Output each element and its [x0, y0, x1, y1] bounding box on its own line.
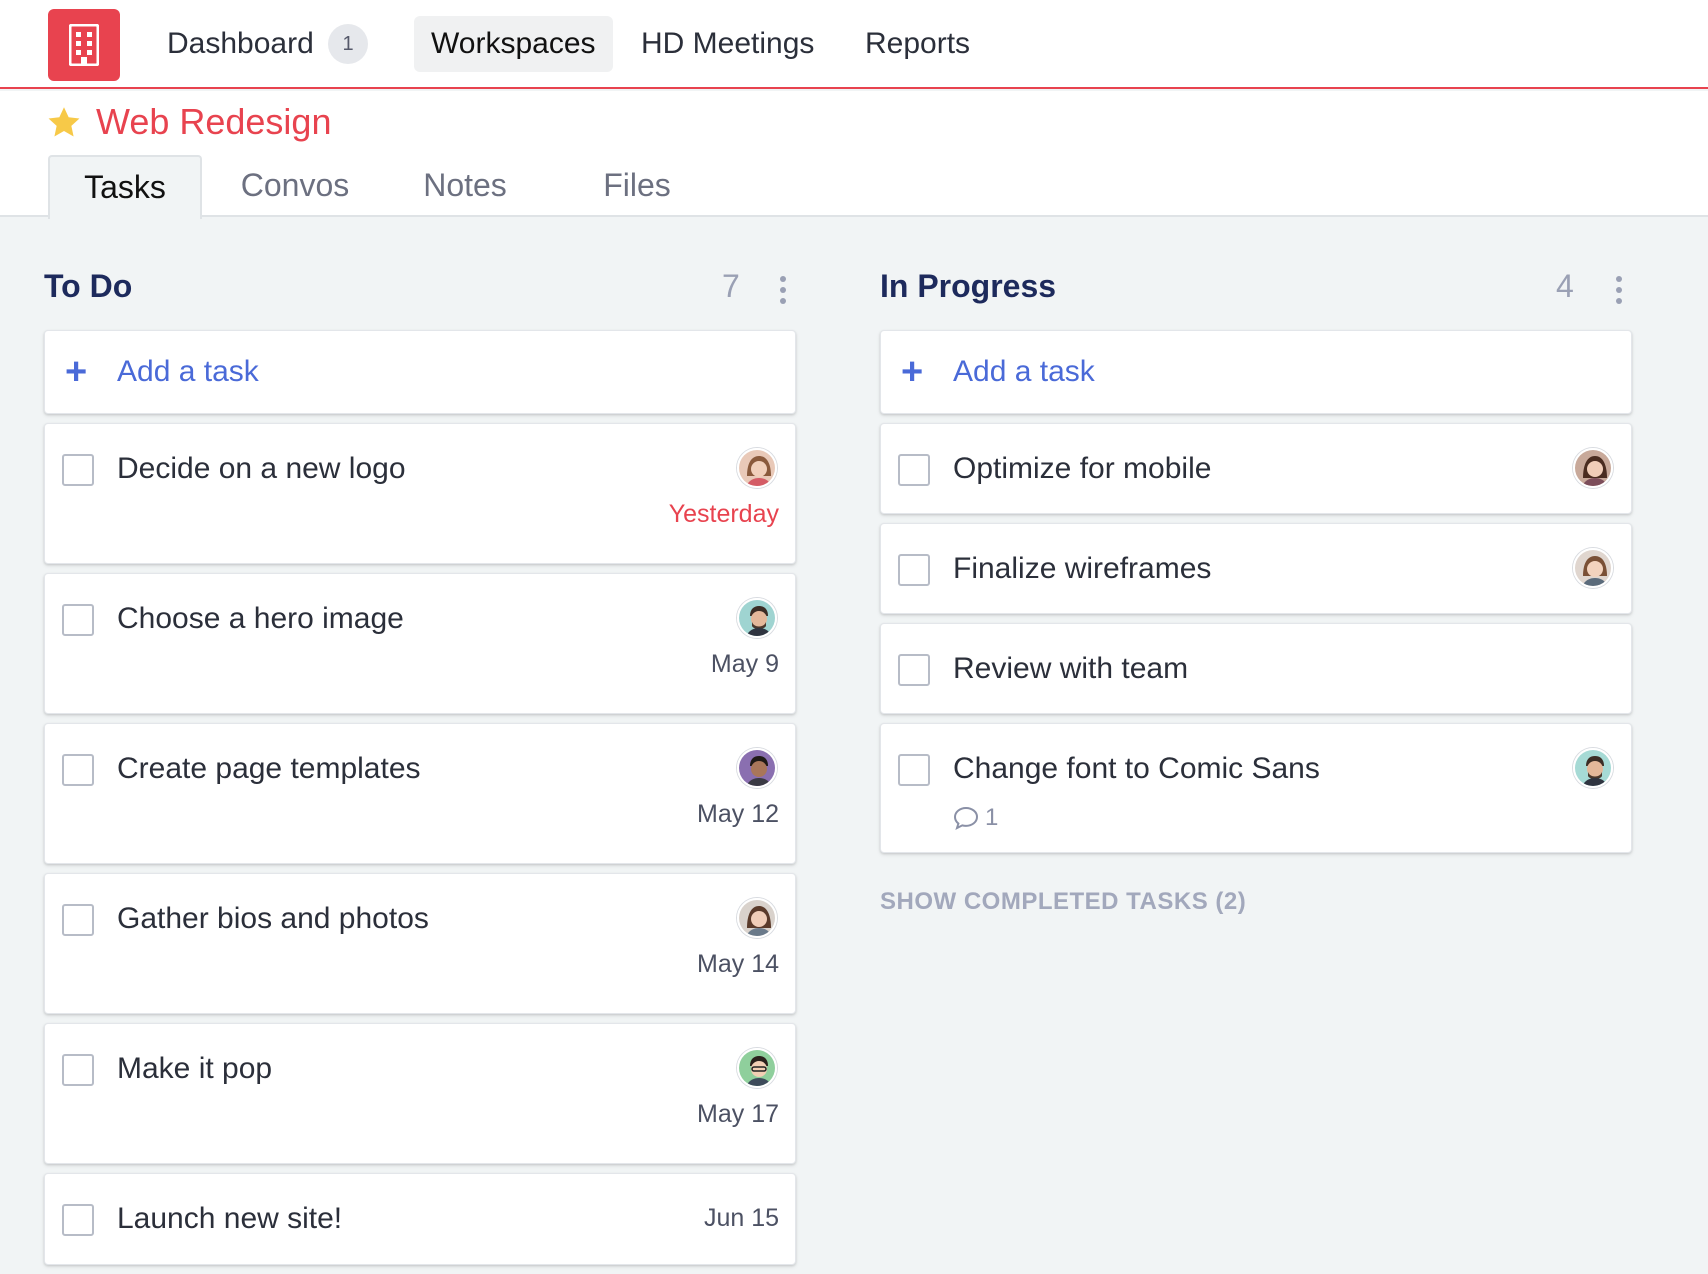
task-title: Review with team	[953, 652, 1189, 685]
column-title: In Progress	[880, 268, 1057, 304]
plus-icon: +	[901, 351, 924, 393]
task-due-date: May 14	[697, 950, 779, 978]
tab-files[interactable]: Files	[572, 155, 702, 219]
task-checkbox[interactable]	[62, 1204, 94, 1236]
task-checkbox[interactable]	[62, 904, 94, 936]
column-menu-icon[interactable]	[1615, 276, 1623, 306]
task-due-date: May 17	[697, 1100, 779, 1128]
dashboard-badge: 1	[328, 24, 368, 64]
tab-convos[interactable]: Convos	[224, 155, 366, 219]
task-title: Gather bios and photos	[117, 902, 429, 935]
tab-tasks[interactable]: Tasks	[48, 155, 202, 219]
task-card[interactable]: Finalize wireframes	[880, 523, 1632, 614]
avatar-man-icon[interactable]	[737, 748, 777, 788]
column-menu-icon[interactable]	[779, 276, 787, 306]
speech-bubble-icon	[953, 806, 979, 830]
task-title: Finalize wireframes	[953, 552, 1212, 585]
task-title: Make it pop	[117, 1052, 273, 1085]
top-navbar: Dashboard 1 Workspaces HD Meetings Repor…	[0, 0, 1708, 89]
task-due-date: May 9	[710, 650, 779, 678]
task-checkbox[interactable]	[62, 1054, 94, 1086]
task-title: Optimize for mobile	[953, 452, 1212, 485]
task-card[interactable]: Make it pop May 17	[44, 1023, 796, 1164]
avatar-woman-icon[interactable]	[737, 898, 777, 938]
task-card[interactable]: Launch new site! Jun 15	[44, 1173, 796, 1265]
comment-count[interactable]: 1	[953, 804, 998, 832]
nav-reports[interactable]: Reports	[848, 16, 987, 72]
task-due-date: Yesterday	[668, 500, 779, 528]
add-task-label: Add a task	[117, 355, 259, 388]
add-task-button[interactable]: + Add a task	[44, 330, 796, 414]
task-checkbox[interactable]	[898, 654, 930, 686]
show-completed-link[interactable]: SHOW COMPLETED TASKS (2)	[880, 888, 1246, 916]
task-title: Change font to Comic Sans	[953, 752, 1320, 785]
comment-count-value: 1	[985, 804, 999, 831]
workspace-title: Web Redesign	[96, 101, 332, 142]
task-title: Decide on a new logo	[117, 452, 406, 485]
task-card[interactable]: Optimize for mobile	[880, 423, 1632, 514]
task-due-date: Jun 15	[703, 1204, 779, 1232]
avatar-woman-icon[interactable]	[737, 448, 777, 488]
task-card[interactable]: Change font to Comic Sans 1	[880, 723, 1632, 853]
avatar-woman-icon[interactable]	[1573, 448, 1613, 488]
task-title: Create page templates	[117, 752, 421, 785]
nav-workspaces[interactable]: Workspaces	[414, 16, 613, 72]
task-checkbox[interactable]	[898, 454, 930, 486]
avatar-man-icon[interactable]	[737, 1048, 777, 1088]
task-checkbox[interactable]	[62, 454, 94, 486]
nav-hd-meetings[interactable]: HD Meetings	[624, 16, 831, 72]
task-due-date: May 12	[697, 800, 779, 828]
nav-dashboard[interactable]: Dashboard	[150, 16, 331, 72]
task-checkbox[interactable]	[898, 554, 930, 586]
add-task-label: Add a task	[953, 355, 1095, 388]
task-title: Choose a hero image	[117, 602, 404, 635]
task-card[interactable]: Gather bios and photos May 14	[44, 873, 796, 1014]
app-logo[interactable]	[48, 9, 120, 81]
task-card[interactable]: Choose a hero image May 9	[44, 573, 796, 714]
workspace-header: Web Redesign Tasks Convos Notes Files	[0, 91, 1708, 219]
building-icon	[69, 24, 99, 66]
column-count: 7	[722, 268, 740, 304]
column-title: To Do	[44, 268, 133, 304]
task-card[interactable]: Decide on a new logo Yesterday	[44, 423, 796, 564]
add-task-button[interactable]: + Add a task	[880, 330, 1632, 414]
task-checkbox[interactable]	[62, 604, 94, 636]
star-icon[interactable]	[46, 105, 82, 141]
task-checkbox[interactable]	[898, 754, 930, 786]
column-count: 4	[1556, 268, 1574, 304]
avatar-woman-icon[interactable]	[1573, 548, 1613, 588]
avatar-man-icon[interactable]	[1573, 748, 1613, 788]
task-card[interactable]: Create page templates May 12	[44, 723, 796, 864]
task-checkbox[interactable]	[62, 754, 94, 786]
plus-icon: +	[65, 351, 88, 393]
task-title: Launch new site!	[117, 1202, 343, 1235]
tab-notes[interactable]: Notes	[400, 155, 530, 219]
avatar-man-icon[interactable]	[737, 598, 777, 638]
task-card[interactable]: Review with team	[880, 623, 1632, 714]
